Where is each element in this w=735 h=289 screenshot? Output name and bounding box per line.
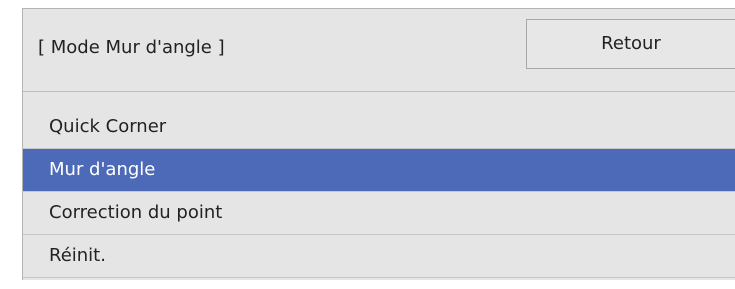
menu-item-mur-dangle[interactable]: Mur d'angle xyxy=(23,149,735,192)
menu-list: Quick Corner Mur d'angle Correction du p… xyxy=(23,106,735,278)
back-button[interactable]: Retour xyxy=(526,19,735,69)
menu-item-correction-du-point[interactable]: Correction du point xyxy=(23,192,735,235)
menu-item-quick-corner[interactable]: Quick Corner xyxy=(23,106,735,149)
settings-panel: [ Mode Mur d'angle ] Retour Quick Corner… xyxy=(22,8,735,280)
page-title: [ Mode Mur d'angle ] xyxy=(38,37,225,58)
menu-item-reinit[interactable]: Réinit. xyxy=(23,235,735,278)
panel-header: [ Mode Mur d'angle ] Retour xyxy=(23,9,735,92)
